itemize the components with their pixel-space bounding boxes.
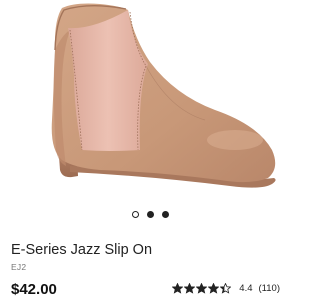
star-full-icon: [196, 283, 208, 294]
product-rating[interactable]: 4.4 (110): [172, 283, 280, 294]
product-price: $42.00: [11, 281, 57, 298]
carousel-dots: [0, 208, 300, 220]
jazz-shoe-image: [51, 3, 276, 188]
product-sku: EJ2: [11, 262, 27, 272]
elastic-gusset: [68, 10, 148, 151]
star-full-icon: [184, 283, 196, 294]
carousel-dot-2[interactable]: [146, 210, 154, 218]
rating-value: 4.4: [239, 283, 253, 294]
star-half-icon: [220, 283, 232, 294]
product-title: E-Series Jazz Slip On: [11, 242, 153, 258]
star-full-icon: [208, 283, 220, 294]
rating-count: (110): [258, 283, 280, 294]
star-full-icon: [172, 283, 184, 294]
product-image[interactable]: [0, 0, 300, 200]
rating-stars: [172, 283, 232, 294]
carousel-dot-1[interactable]: [131, 210, 139, 218]
carousel-dot-3[interactable]: [161, 210, 169, 218]
